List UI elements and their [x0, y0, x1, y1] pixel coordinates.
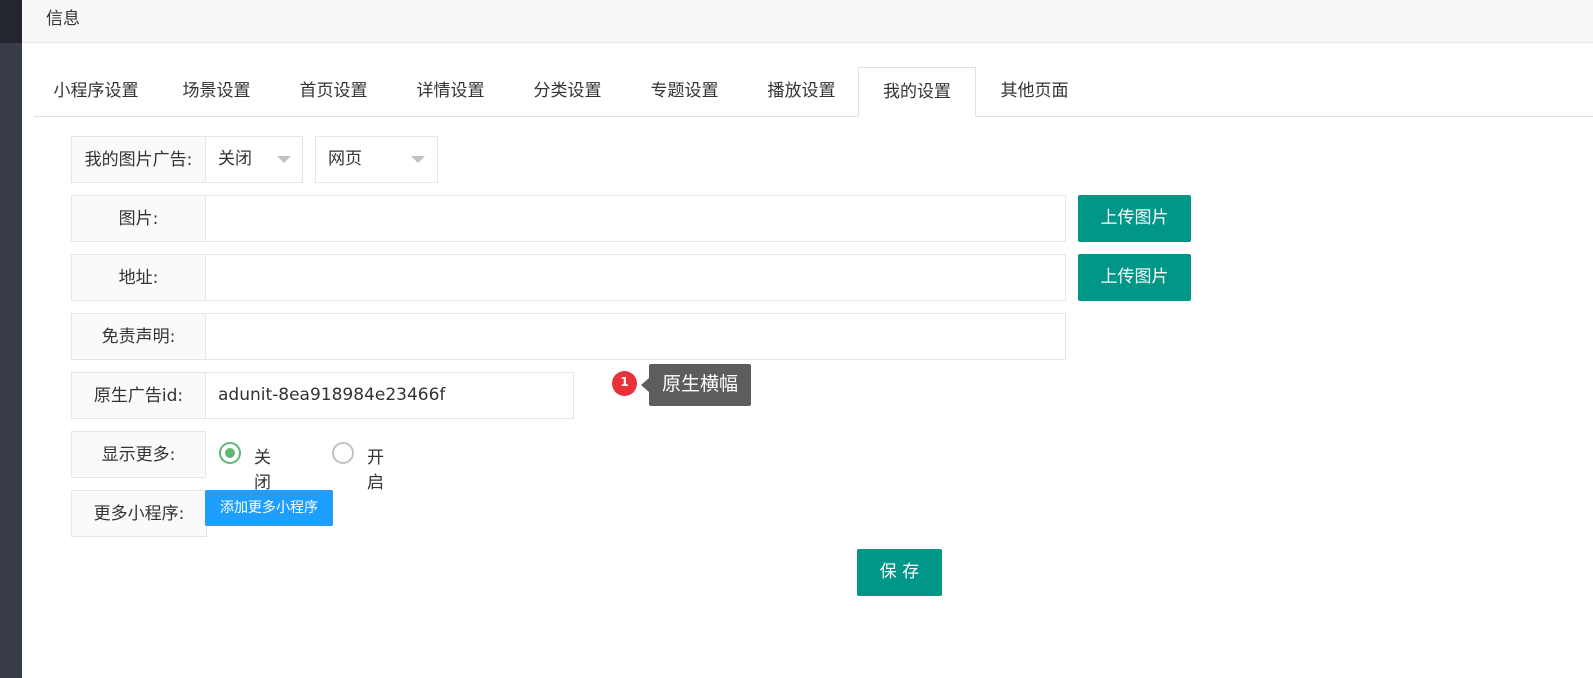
upload-address-button[interactable]: 上传图片 [1078, 254, 1191, 301]
page-title: 信息 [46, 9, 80, 29]
upload-image-button[interactable]: 上传图片 [1078, 195, 1191, 242]
ad-status-select[interactable]: 关闭 [205, 136, 303, 183]
show-more-off-label[interactable]: 关闭 [254, 443, 271, 493]
disclaimer-label: 免责声明: [71, 313, 206, 360]
annotation-badge: 1 [612, 371, 637, 396]
native-ad-input[interactable]: adunit-8ea918984e23466f [205, 372, 574, 419]
ad-type-select[interactable]: 网页 [315, 136, 438, 183]
annotation-tooltip: 原生横幅 [649, 364, 751, 406]
image-label: 图片: [71, 195, 206, 242]
caret-down-icon [411, 156, 425, 163]
tab-my-settings[interactable]: 我的设置 [858, 67, 976, 117]
address-input[interactable] [205, 254, 1066, 301]
tab-category-settings[interactable]: 分类设置 [509, 67, 626, 116]
address-label: 地址: [71, 254, 206, 301]
show-more-label: 显示更多: [71, 431, 206, 478]
tab-play-settings[interactable]: 播放设置 [743, 67, 860, 116]
image-input[interactable] [205, 195, 1066, 242]
tab-scene-settings[interactable]: 场景设置 [158, 67, 275, 116]
disclaimer-input[interactable] [205, 313, 1066, 360]
more-apps-label: 更多小程序: [71, 490, 207, 537]
native-ad-label: 原生广告id: [71, 372, 206, 419]
caret-down-icon [277, 156, 291, 163]
show-more-on-label[interactable]: 开启 [367, 443, 384, 493]
show-more-off-radio[interactable] [219, 442, 241, 464]
tab-topic-settings[interactable]: 专题设置 [626, 67, 743, 116]
tab-detail-settings[interactable]: 详情设置 [392, 67, 509, 116]
tab-bar: 小程序设置 场景设置 首页设置 详情设置 分类设置 专题设置 播放设置 我的设置… [34, 67, 1593, 117]
sidebar-top [0, 0, 22, 43]
tab-other-pages[interactable]: 其他页面 [976, 67, 1093, 116]
sidebar-strip [0, 0, 22, 678]
ad-status-value: 关闭 [218, 149, 252, 169]
page-header: 信息 [22, 0, 1593, 43]
ad-label: 我的图片广告: [71, 136, 206, 183]
save-button[interactable]: 保 存 [857, 549, 942, 596]
show-more-on-radio[interactable] [332, 442, 354, 464]
tab-home-settings[interactable]: 首页设置 [275, 67, 392, 116]
add-more-apps-button[interactable]: 添加更多小程序 [205, 490, 333, 526]
tooltip-arrow [641, 378, 649, 392]
ad-type-value: 网页 [328, 149, 362, 169]
tab-miniprogram-settings[interactable]: 小程序设置 [34, 67, 158, 116]
